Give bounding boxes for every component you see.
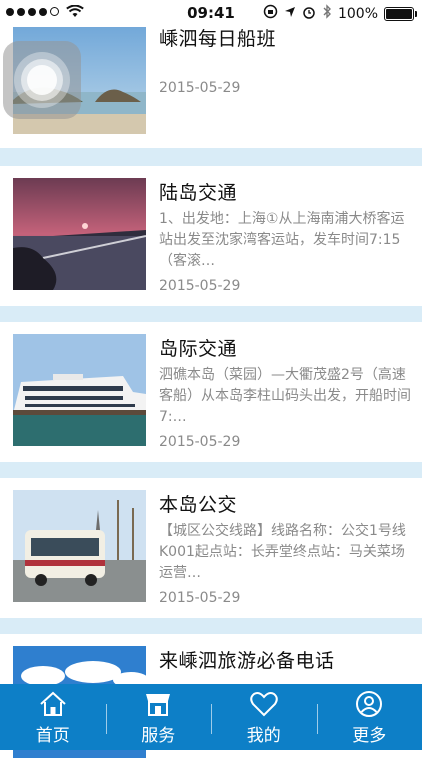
heart-icon [249,690,279,718]
tab-home[interactable]: 首页 [0,684,106,750]
article-thumbnail [13,334,146,446]
tab-label: 更多 [317,721,422,746]
article-title: 本岛公交 [159,490,237,517]
article-date: 2015-05-29 [159,80,240,96]
list-item[interactable]: 陆岛交通 1、出发地：上海①从上海南浦大桥客运站出发至沈家湾客运站，发车时间7:… [0,166,422,306]
location-icon [284,6,296,22]
article-summary: 1、出发地：上海①从上海南浦大桥客运站出发至沈家湾客运站，发车时间7:15（客滚… [159,209,411,272]
tab-bar: 首页 服务 我的 更多 [0,684,422,750]
user-icon [354,690,384,718]
list-item[interactable]: 本岛公交 【城区公交线路】线路名称：公交1号线 K001起点站：长弄堂终点站：马… [0,478,422,618]
tab-label: 首页 [0,721,106,746]
article-title: 嵊泗每日船班 [159,24,276,51]
rotation-lock-icon [263,4,278,23]
list-item[interactable]: 岛际交通 泗礁本岛（菜园）—大衢茂盛2号（高速客船）从本岛李柱山码头出发，开船时… [0,322,422,462]
article-title: 岛际交通 [159,334,237,361]
bluetooth-icon [322,4,332,23]
article-date: 2015-05-29 [159,434,240,450]
status-bar: 09:41 100% [0,0,422,27]
article-title: 陆岛交通 [159,178,237,205]
article-summary: 泗礁本岛（菜园）—大衢茂盛2号（高速客船）从本岛李柱山码头出发，开船时间7:… [159,365,411,428]
store-icon [143,690,173,718]
tab-label: 服务 [106,721,212,746]
article-thumbnail [13,490,146,602]
tab-mine[interactable]: 我的 [211,684,317,750]
article-title: 来嵊泗旅游必备电话 [159,646,335,673]
home-icon [38,690,68,718]
tab-label: 我的 [211,721,317,746]
tab-services[interactable]: 服务 [106,684,212,750]
article-date: 2015-05-29 [159,590,240,606]
battery-icon [384,7,414,21]
assistive-touch-button[interactable] [3,41,81,119]
article-summary: 【城区公交线路】线路名称：公交1号线 K001起点站：长弄堂终点站：马关菜场运营… [159,521,411,584]
alarm-icon [302,5,316,23]
article-thumbnail [13,178,146,290]
article-date: 2015-05-29 [159,278,240,294]
tab-more[interactable]: 更多 [317,684,422,750]
battery-percent: 100% [338,6,378,22]
